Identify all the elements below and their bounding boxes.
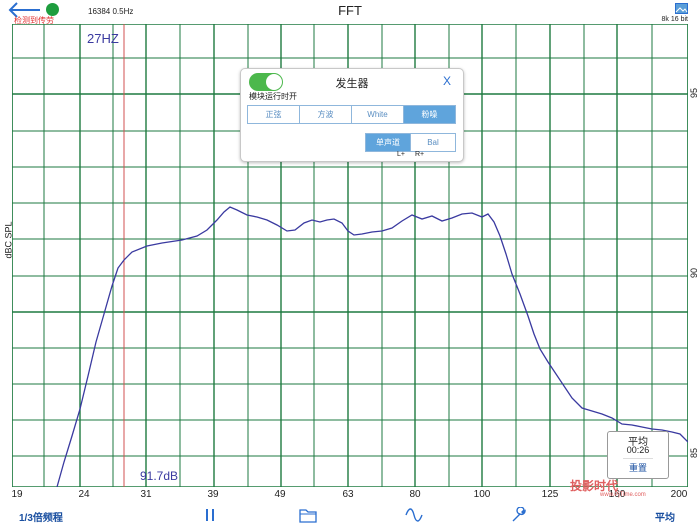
folder-icon[interactable] xyxy=(299,507,317,523)
x-tick-label: 200 xyxy=(670,489,688,500)
x-tick-label: 31 xyxy=(140,489,152,500)
cursor-frequency-label: 27HZ xyxy=(87,31,119,46)
waveform-square-button[interactable]: 方波 xyxy=(299,105,352,124)
x-tick-label: 80 xyxy=(409,489,421,500)
x-tick-label: 125 xyxy=(541,489,559,500)
cursor-level-label: 91.7dB xyxy=(140,469,179,483)
waveform-white-button[interactable]: White xyxy=(351,105,404,124)
waveform-pink-button[interactable]: 粉噪 xyxy=(403,105,456,124)
x-tick-label: 24 xyxy=(78,489,90,500)
generator-title: 发生器 xyxy=(335,78,369,90)
average-box: 平均 00:26 重置 xyxy=(607,431,669,479)
channel-mono-button[interactable]: 单声道 xyxy=(365,133,411,152)
page-title: FFT xyxy=(338,3,362,18)
channel-bal-button[interactable]: Bal xyxy=(410,133,456,152)
y-ticks: 95 90 85 xyxy=(688,24,700,487)
waveform-sine-button[interactable]: 正弦 xyxy=(247,105,300,124)
average-button[interactable]: 平均 xyxy=(655,509,675,524)
y-tick-label: 95 xyxy=(689,87,700,99)
left-channel-label: L+ xyxy=(397,151,405,158)
x-tick-label: 49 xyxy=(274,489,286,500)
top-bar: 检测到传劳 16384 0.5Hz FFT 8k 16 bit xyxy=(0,0,700,25)
y-tick-label: 85 xyxy=(689,447,700,459)
y-tick-label: 90 xyxy=(689,267,700,279)
x-tick-label: 100 xyxy=(473,489,491,500)
bottom-toolbar: 1/3倍频程 平均 xyxy=(0,505,700,525)
watermark-url: www.PjTime.com xyxy=(600,492,646,498)
wave-icon[interactable] xyxy=(405,507,423,523)
image-icon[interactable] xyxy=(675,3,688,14)
reset-button[interactable]: 重置 xyxy=(623,458,653,474)
pause-icon[interactable] xyxy=(201,507,219,523)
resolution-label: 8k 16 bit xyxy=(661,16,688,23)
right-channel-label: R+ xyxy=(415,151,425,158)
x-tick-label: 19 xyxy=(11,489,23,500)
close-button[interactable]: X xyxy=(443,74,451,88)
generator-panel: 发生器 X 模块运行时开 正弦 方波 White 粉噪 单声道 Bal L+ R… xyxy=(240,68,464,162)
average-time: 00:26 xyxy=(626,445,650,455)
x-tick-label: 39 xyxy=(207,489,219,500)
generator-subtitle: 模块运行时开 xyxy=(249,92,297,101)
wrench-icon[interactable] xyxy=(510,507,528,523)
y-axis-label: dBC SPL xyxy=(3,221,14,259)
x-tick-label: 63 xyxy=(342,489,354,500)
third-octave-button[interactable]: 1/3倍频程 xyxy=(19,509,63,524)
